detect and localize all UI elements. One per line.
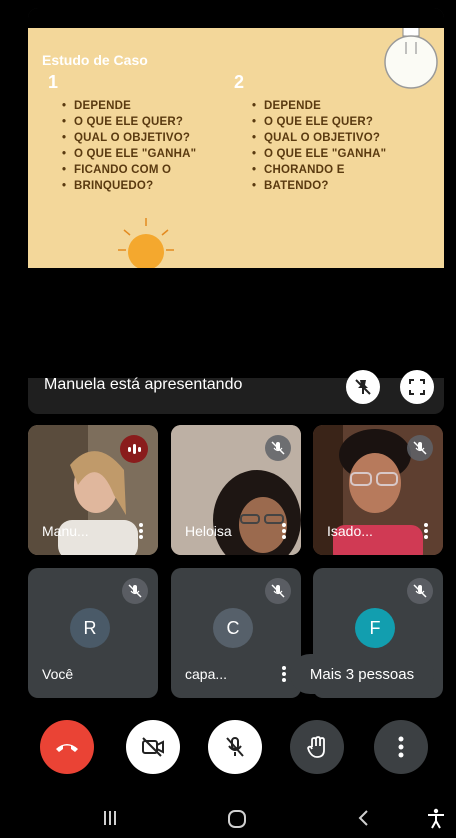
hand-icon <box>307 736 325 758</box>
slide-bullet-continuation: FICANDO COM O <box>62 162 196 178</box>
slide-bullet-continuation: BRINQUEDO? <box>62 178 196 194</box>
mic-off-icon <box>265 435 291 461</box>
mic-off-icon <box>122 578 148 604</box>
more-options-icon[interactable] <box>279 523 289 539</box>
participant-tile-isadora[interactable]: Isado... <box>313 425 443 555</box>
end-call-button[interactable] <box>40 720 94 774</box>
avatar: R <box>70 608 110 648</box>
more-options-icon[interactable] <box>279 666 289 682</box>
fullscreen-icon <box>409 379 425 395</box>
speaking-indicator-icon <box>120 435 148 463</box>
slide-title: Estudo de Caso <box>42 52 148 68</box>
more-vert-icon <box>398 736 404 758</box>
system-navigation-bar <box>0 800 456 838</box>
slide-bullet: O QUE ELE QUER? <box>252 114 386 130</box>
hang-up-icon <box>56 744 78 752</box>
back-icon[interactable] <box>356 808 372 828</box>
slide-bullet: O QUE ELE "GANHA" <box>62 146 196 162</box>
recent-apps-icon[interactable] <box>100 808 120 828</box>
participant-name: Heloisa <box>185 523 232 539</box>
fullscreen-button[interactable] <box>400 370 434 404</box>
slide-bullet-continuation: QUAL O OBJETIVO? <box>62 130 196 146</box>
slide-column-2-bullets: DEPENDE O QUE ELE QUER? QUAL O OBJETIVO?… <box>252 98 386 194</box>
participant-tile-you[interactable]: R Você <box>28 568 158 698</box>
participant-name: Isado... <box>327 523 373 539</box>
participant-tile-heloisa[interactable]: Heloisa <box>171 425 301 555</box>
participant-name: Manu... <box>42 523 89 539</box>
slide-bullet: O QUE ELE "GANHA" <box>252 146 386 162</box>
participant-name: Você <box>42 666 74 682</box>
more-options-button[interactable] <box>374 720 428 774</box>
slide-bullet: O QUE ELE QUER? <box>62 114 196 130</box>
sun-illustration <box>118 218 174 268</box>
participant-name: capa... <box>185 666 228 682</box>
more-options-icon[interactable] <box>136 523 146 539</box>
slide-bullet-continuation: CHORANDO E <box>252 162 386 178</box>
mic-off-icon <box>407 578 433 604</box>
mic-toggle-button[interactable] <box>208 720 262 774</box>
unpin-button[interactable] <box>346 370 380 404</box>
slide-bullet: DEPENDE <box>62 98 196 114</box>
slide-column-1-number: 1 <box>48 72 59 92</box>
presentation-slide: Estudo de Caso 1 DEPENDE O QUE ELE QUER?… <box>28 28 444 268</box>
slide-letterbox <box>28 268 444 378</box>
home-icon[interactable] <box>226 808 248 830</box>
slide-bullet-continuation: QUAL O OBJETIVO? <box>252 130 386 146</box>
presentation-panel[interactable]: Estudo de Caso 1 DEPENDE O QUE ELE QUER?… <box>28 8 444 414</box>
camera-off-icon <box>142 737 164 757</box>
slide-column-2-number: 2 <box>234 72 245 92</box>
mic-off-icon <box>265 578 291 604</box>
slide-column-1-bullets: DEPENDE O QUE ELE QUER? QUAL O OBJETIVO?… <box>62 98 196 194</box>
participant-tile-capa[interactable]: C capa... <box>171 568 301 698</box>
slide-top-bar <box>28 8 444 28</box>
avatar: F <box>355 608 395 648</box>
unpin-icon <box>355 379 371 395</box>
slide-bullet-continuation: BATENDO? <box>252 178 386 194</box>
mic-off-icon <box>407 435 433 461</box>
camera-toggle-button[interactable] <box>126 720 180 774</box>
accessibility-icon[interactable] <box>426 808 446 830</box>
participant-tile-manuela[interactable]: Manu... <box>28 425 158 555</box>
avatar: C <box>213 608 253 648</box>
presenting-label: Manuela está apresentando <box>44 376 243 393</box>
slide-bullet: DEPENDE <box>252 98 386 114</box>
more-options-icon[interactable] <box>421 523 431 539</box>
raise-hand-button[interactable] <box>290 720 344 774</box>
mic-off-icon <box>226 737 244 757</box>
lightbulb-illustration <box>384 28 438 89</box>
more-participants-chip[interactable]: Mais 3 pessoas <box>290 654 434 694</box>
